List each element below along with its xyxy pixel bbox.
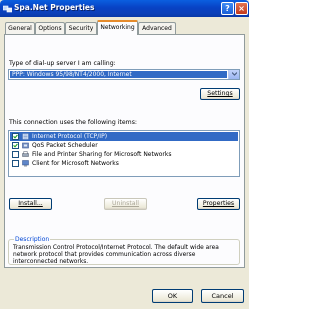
dropdown-button[interactable]: [228, 70, 239, 79]
list-item-tcpip[interactable]: Internet Protocol (TCP/IP): [10, 132, 238, 141]
checkmark-icon: [13, 143, 18, 148]
properties-dialog: Spa.Net Properties ? × General Options S…: [0, 0, 249, 309]
checkbox-qos[interactable]: [12, 142, 19, 149]
properties-button[interactable]: Properties: [197, 198, 240, 210]
printer-sharing-icon: [22, 151, 29, 157]
cancel-button[interactable]: Cancel: [201, 289, 244, 303]
tab-options[interactable]: Options: [35, 22, 65, 34]
list-item-label: QoS Packet Scheduler: [32, 142, 98, 149]
checkbox-client-ms-networks[interactable]: [12, 160, 19, 167]
network-service-icon: [22, 142, 29, 149]
properties-button-label: Properties: [202, 200, 235, 207]
checkmark-icon: [13, 134, 18, 139]
description-title: Description: [14, 236, 51, 243]
settings-button-label: Settings: [207, 90, 233, 97]
checkbox-tcpip[interactable]: [12, 133, 19, 140]
list-item-label: File and Printer Sharing for Microsoft N…: [32, 151, 172, 158]
components-label: This connection uses the following items…: [9, 119, 138, 126]
window-title: Spa.Net Properties: [14, 3, 95, 12]
network-client-icon: [22, 160, 29, 167]
tab-advanced[interactable]: Advanced: [138, 22, 176, 34]
checkbox-file-printer-sharing[interactable]: [12, 151, 19, 158]
uninstall-button[interactable]: Uninstall: [104, 198, 147, 210]
tab-security[interactable]: Security: [65, 22, 97, 34]
dialup-server-value: PPP: Windows 95/98/NT4/2000, Internet: [10, 71, 227, 78]
list-item-label: Client for Microsoft Networks: [32, 160, 119, 167]
install-button-label: Install...: [18, 200, 43, 207]
description-text: Transmission Control Protocol/Internet P…: [13, 245, 219, 265]
list-item-file-printer-sharing[interactable]: File and Printer Sharing for Microsoft N…: [10, 150, 238, 159]
list-item-client-ms-networks[interactable]: Client for Microsoft Networks: [10, 159, 238, 168]
chevron-down-icon: [232, 72, 237, 76]
uninstall-button-label: Uninstall: [112, 200, 139, 207]
network-protocol-icon: [22, 133, 29, 140]
dialup-server-select[interactable]: PPP: Windows 95/98/NT4/2000, Internet: [8, 69, 240, 80]
network-connection-icon: [3, 5, 12, 13]
title-bar[interactable]: Spa.Net Properties ? ×: [0, 0, 249, 17]
dialup-server-label: Type of dial-up server I am calling:: [9, 60, 116, 67]
list-item-label: Internet Protocol (TCP/IP): [32, 133, 108, 140]
components-list[interactable]: Internet Protocol (TCP/IP) QoS Packet Sc…: [8, 130, 240, 177]
list-item-qos[interactable]: QoS Packet Scheduler: [10, 141, 238, 150]
tab-general[interactable]: General: [5, 22, 35, 34]
settings-button[interactable]: Settings: [200, 88, 240, 100]
help-button[interactable]: ?: [221, 2, 234, 15]
ok-button[interactable]: OK: [152, 289, 193, 303]
close-button[interactable]: ×: [235, 2, 248, 15]
tab-networking[interactable]: Networking: [97, 20, 138, 35]
install-button[interactable]: Install...: [9, 198, 52, 210]
